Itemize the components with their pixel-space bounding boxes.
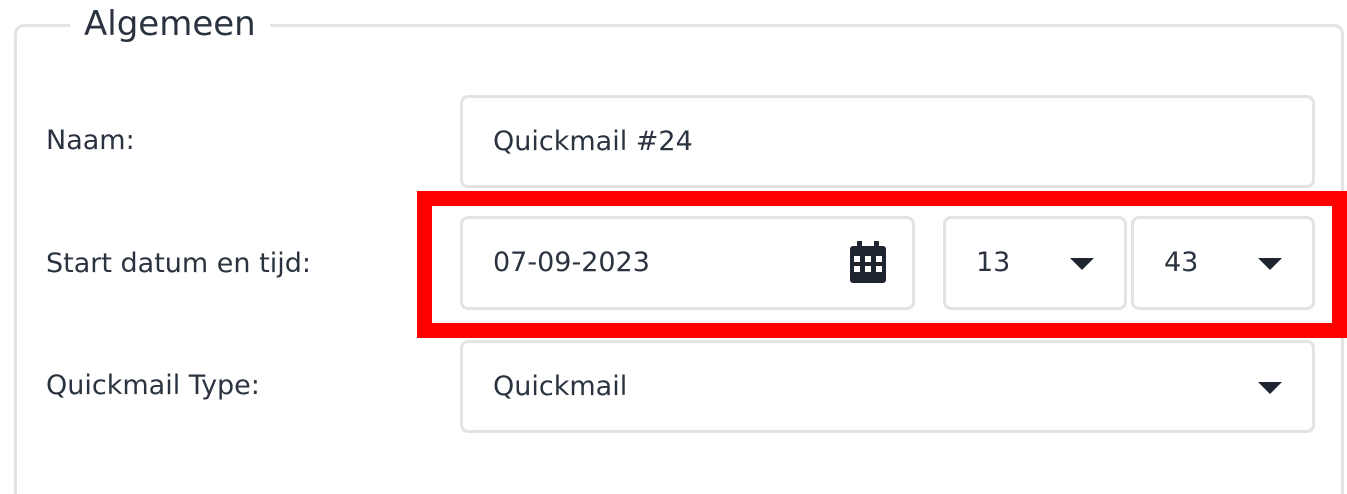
- chevron-down-icon: [1258, 381, 1282, 394]
- name-label: Naam:: [46, 125, 135, 156]
- section-title: Algemeen: [70, 2, 270, 46]
- type-select-value: Quickmail: [493, 370, 628, 402]
- calendar-icon[interactable]: [850, 241, 886, 283]
- name-input[interactable]: Quickmail #24: [460, 95, 1315, 188]
- hour-select[interactable]: 13: [943, 216, 1127, 310]
- minute-select[interactable]: 43: [1131, 216, 1315, 310]
- minute-select-value: 43: [1164, 247, 1199, 278]
- start-date-value: 07-09-2023: [493, 247, 650, 278]
- name-input-value: Quickmail #24: [493, 125, 693, 157]
- chevron-down-icon: [1258, 258, 1282, 270]
- start-datetime-label: Start datum en tijd:: [46, 248, 311, 279]
- start-date-input[interactable]: 07-09-2023: [460, 216, 915, 310]
- chevron-down-icon: [1070, 258, 1094, 270]
- type-select[interactable]: Quickmail: [460, 340, 1315, 433]
- type-label: Quickmail Type:: [46, 370, 260, 401]
- hour-select-value: 13: [976, 247, 1011, 278]
